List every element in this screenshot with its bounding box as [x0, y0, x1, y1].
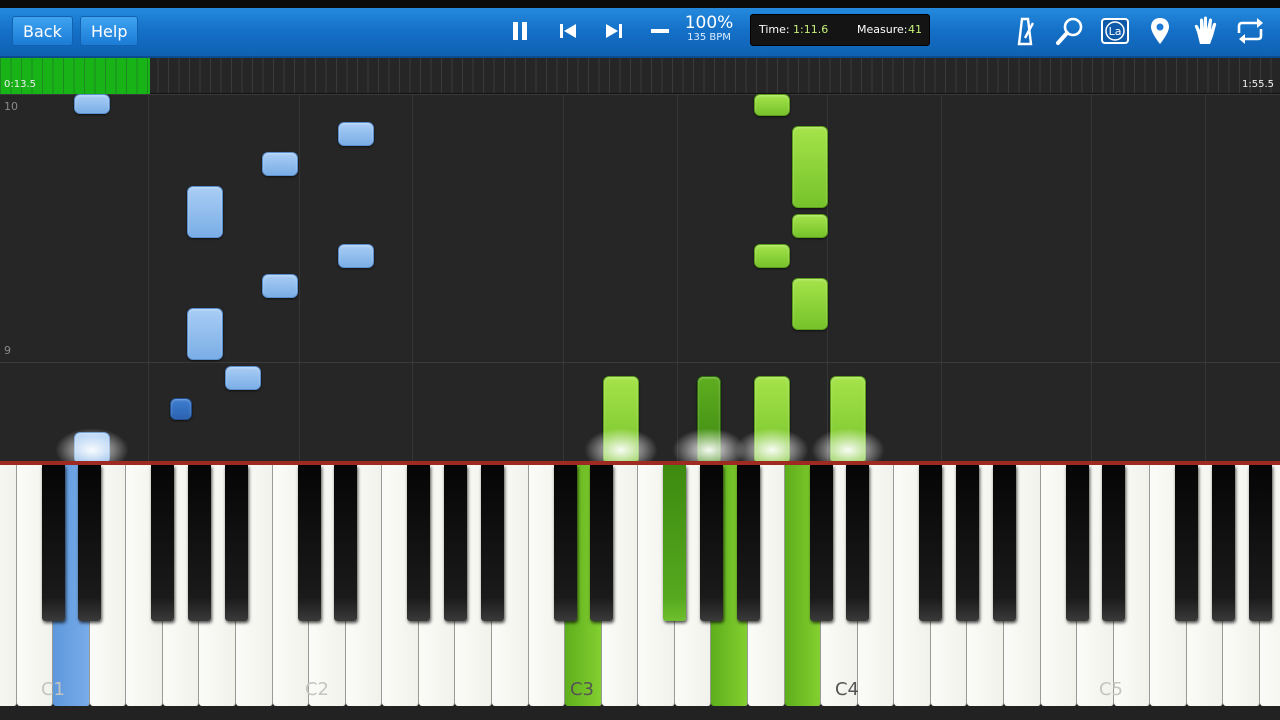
piano-black-key[interactable]: [955, 465, 979, 621]
timeline-end-time: 1:55.5: [1242, 79, 1274, 90]
skip-forward-icon[interactable]: [598, 16, 630, 46]
piano-black-key[interactable]: [699, 465, 723, 621]
back-button[interactable]: Back: [12, 16, 73, 46]
tempo-percent: 100%: [684, 13, 734, 33]
grid-line: [148, 94, 149, 464]
piano-black-key[interactable]: [480, 465, 504, 621]
sparkle-effect: [55, 428, 129, 464]
grid-line: [1205, 94, 1206, 464]
piano-white-key[interactable]: [0, 465, 17, 706]
minus-icon[interactable]: [644, 16, 676, 46]
piano-black-key[interactable]: [736, 465, 760, 621]
piano-black-key[interactable]: [590, 465, 614, 621]
timeline-scrubber[interactable]: 0:13.5 1:55.5: [0, 58, 1280, 94]
piano-black-key[interactable]: [224, 465, 248, 621]
help-button[interactable]: Help: [80, 16, 139, 46]
measure-label: Measure:: [857, 23, 908, 36]
piano-black-key[interactable]: [1065, 465, 1089, 621]
falling-note: [262, 274, 298, 298]
piano-black-key[interactable]: [151, 465, 175, 621]
grid-line: [1091, 94, 1092, 464]
grid-line: [563, 94, 564, 464]
piano-black-key[interactable]: [78, 465, 102, 621]
falling-note: [170, 398, 192, 420]
falling-note: [792, 214, 828, 238]
falling-note: [792, 126, 828, 208]
piano-keyboard: C1 C2 C3 C4 C5: [0, 465, 1280, 720]
grid-line: [941, 94, 942, 464]
skip-back-icon[interactable]: [552, 16, 584, 46]
piano-black-key[interactable]: [846, 465, 870, 621]
falling-note: [338, 122, 374, 146]
tempo-bpm: 135 BPM: [687, 32, 731, 43]
hand-icon[interactable]: [1188, 14, 1222, 48]
falling-note: [754, 94, 790, 116]
piano-black-key[interactable]: [41, 465, 65, 621]
measure-line: [0, 362, 1280, 363]
piano-black-key[interactable]: [334, 465, 358, 621]
piano-black-key[interactable]: [1211, 465, 1235, 621]
piano-black-key[interactable]: [443, 465, 467, 621]
piano-black-key[interactable]: [992, 465, 1016, 621]
key-label-c3: C3: [569, 679, 595, 700]
piano-black-key[interactable]: [663, 465, 687, 621]
key-label-c2: C2: [304, 679, 330, 700]
pause-icon[interactable]: [504, 16, 536, 46]
sparkle-effect: [584, 428, 658, 464]
grid-line: [677, 94, 678, 464]
note-roll: 10 9: [0, 94, 1280, 464]
toolbar: Back Help 100% 135 BPM Time: 1:11.6 Meas…: [0, 0, 1280, 58]
falling-note: [754, 244, 790, 268]
grid-line: [412, 94, 413, 464]
falling-note: [225, 366, 261, 390]
piano-black-key[interactable]: [1102, 465, 1126, 621]
falling-note: [187, 186, 223, 238]
loop-icon[interactable]: [1233, 14, 1267, 48]
piano-black-key[interactable]: [297, 465, 321, 621]
piano-black-key[interactable]: [553, 465, 577, 621]
falling-note: [792, 278, 828, 330]
piano-black-key[interactable]: [919, 465, 943, 621]
falling-note: [187, 308, 223, 360]
label-icon-text: La: [1109, 25, 1122, 38]
falling-note: [74, 94, 110, 114]
label-icon[interactable]: La: [1098, 14, 1132, 48]
piano-black-key[interactable]: [809, 465, 833, 621]
piano-black-key[interactable]: [1175, 465, 1199, 621]
measure-line: [0, 94, 1280, 95]
measure-value: 41: [908, 23, 922, 36]
grid-line: [299, 94, 300, 464]
tempo-display[interactable]: 100% 135 BPM: [680, 14, 738, 44]
sparkle-effect: [811, 428, 885, 464]
falling-note: [338, 244, 374, 268]
piano-black-key[interactable]: [187, 465, 211, 621]
time-measure-display: Time: 1:11.6 Measure: 41: [750, 14, 930, 46]
piano-black-key[interactable]: [407, 465, 431, 621]
falling-note: [262, 152, 298, 176]
key-label-c4: C4: [834, 679, 860, 700]
measure-number: 10: [4, 100, 18, 113]
key-label-c1: C1: [40, 679, 66, 700]
piano-black-key[interactable]: [1248, 465, 1272, 621]
key-label-c5: C5: [1098, 679, 1124, 700]
measure-number: 9: [4, 344, 11, 357]
time-label: Time:: [759, 23, 790, 36]
zoom-icon[interactable]: [1053, 14, 1087, 48]
sparkle-effect: [735, 428, 809, 464]
timeline-start-time: 0:13.5: [4, 79, 36, 90]
metronome-icon[interactable]: [1008, 14, 1042, 48]
location-pin-icon[interactable]: [1143, 14, 1177, 48]
time-value: 1:11.6: [793, 23, 829, 36]
